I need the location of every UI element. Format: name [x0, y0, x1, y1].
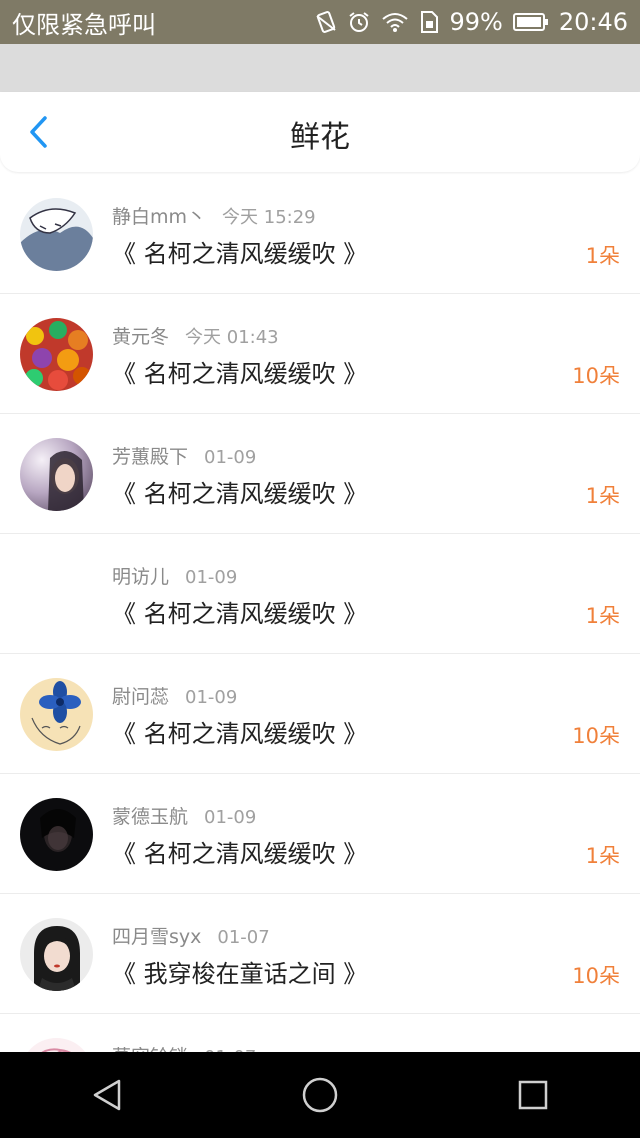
- list-item[interactable]: 黄元冬 今天 01:43 《 名柯之清风缓缓吹 》 10朵: [0, 294, 640, 414]
- timestamp: 今天 01:43: [185, 327, 279, 348]
- top-spacer: [0, 44, 640, 94]
- sender-line: 四月雪syx 01-07: [112, 922, 270, 949]
- avatar[interactable]: [20, 678, 93, 751]
- sender-name: 静白mm丶: [112, 206, 207, 228]
- back-nav-button[interactable]: [77, 1065, 137, 1125]
- sender-name: 蒙德玉航: [112, 806, 189, 828]
- flower-count: 1朵: [585, 484, 620, 508]
- list-item[interactable]: 四月雪syx 01-07 《 我穿梭在童话之间 》 10朵: [0, 894, 640, 1014]
- sender-name: 黄元冬: [112, 326, 170, 348]
- clock-time: 20:46: [558, 8, 628, 36]
- list-item[interactable]: 蒙德玉航 01-09 《 名柯之清风缓缓吹 》 1朵: [0, 774, 640, 894]
- flower-count: 10朵: [572, 964, 620, 988]
- sender-name: 尉问蕊: [112, 686, 170, 708]
- list-item[interactable]: 芳蕙殿下 01-09 《 名柯之清风缓缓吹 》 1朵: [0, 414, 640, 534]
- book-title[interactable]: 《 名柯之清风缓缓吹 》: [112, 594, 367, 629]
- wifi-icon: [381, 11, 409, 33]
- battery-icon: [512, 11, 549, 33]
- flower-count: 1朵: [585, 604, 620, 628]
- recents-nav-button[interactable]: [503, 1065, 563, 1125]
- flower-count: 1朵: [585, 844, 620, 868]
- timestamp: 今天 15:29: [222, 207, 316, 228]
- carrier-label: 仅限紧急呼叫: [12, 10, 156, 39]
- book-title[interactable]: 《 名柯之清风缓缓吹 》: [112, 714, 367, 749]
- avatar[interactable]: [20, 918, 93, 991]
- battery-percent: 99%: [449, 8, 503, 36]
- flower-count: 10朵: [572, 724, 620, 748]
- triangle-back-icon: [93, 1079, 120, 1111]
- sender-name: 四月雪syx: [112, 926, 202, 948]
- system-nav-bar: [0, 1052, 640, 1138]
- flower-list: 静白mm丶 今天 15:29 《 名柯之清风缓缓吹 》 1朵 黄元冬 今天 01:4…: [0, 174, 640, 1054]
- list-item[interactable]: 慕容铃锁01-07: [0, 1014, 640, 1054]
- timestamp: 01-09: [185, 687, 238, 708]
- status-bar: 仅限紧急呼叫 99% 20:46: [0, 0, 640, 44]
- square-recents-icon: [519, 1080, 548, 1110]
- list-item[interactable]: 静白mm丶 今天 15:29 《 名柯之清风缓缓吹 》 1朵: [0, 174, 640, 294]
- sender-line: 芳蕙殿下 01-09: [112, 442, 256, 469]
- avatar[interactable]: [20, 798, 93, 871]
- sender-name: 明访儿: [112, 566, 170, 588]
- list-item[interactable]: 明访儿 01-09 《 名柯之清风缓缓吹 》 1朵: [0, 534, 640, 654]
- book-title[interactable]: 《 名柯之清风缓缓吹 》: [112, 354, 367, 389]
- book-title[interactable]: 《 名柯之清风缓缓吹 》: [112, 834, 367, 869]
- sender-line: 蒙德玉航 01-09: [112, 802, 256, 829]
- timestamp: 01-07: [217, 927, 270, 948]
- sender-line: 尉问蕊 01-09: [112, 682, 237, 709]
- avatar[interactable]: [20, 438, 93, 511]
- alarm-icon: [347, 10, 371, 34]
- flower-count: 10朵: [572, 364, 620, 388]
- page-title: 鲜花: [290, 120, 350, 155]
- sim-icon: [419, 10, 439, 34]
- home-nav-button[interactable]: [290, 1065, 350, 1125]
- avatar[interactable]: [20, 198, 93, 271]
- header: 鲜花: [0, 92, 640, 172]
- avatar[interactable]: [20, 558, 93, 631]
- circle-home-icon: [302, 1077, 338, 1113]
- sender-line: 静白mm丶 今天 15:29: [112, 202, 316, 229]
- status-icons: 99% 20:46: [315, 8, 628, 36]
- sender-line: 黄元冬 今天 01:43: [112, 322, 279, 349]
- avatar[interactable]: [20, 318, 93, 391]
- vibrate-icon: [315, 10, 337, 34]
- timestamp: 01-09: [185, 567, 238, 588]
- sender-name: 芳蕙殿下: [112, 446, 189, 468]
- timestamp: 01-09: [204, 447, 257, 468]
- book-title[interactable]: 《 名柯之清风缓缓吹 》: [112, 234, 367, 269]
- list-item[interactable]: 尉问蕊 01-09 《 名柯之清风缓缓吹 》 10朵: [0, 654, 640, 774]
- book-title[interactable]: 《 我穿梭在童话之间 》: [112, 954, 367, 989]
- timestamp: 01-09: [204, 807, 257, 828]
- flower-count: 1朵: [585, 244, 620, 268]
- sender-line: 明访儿 01-09: [112, 562, 237, 589]
- book-title[interactable]: 《 名柯之清风缓缓吹 》: [112, 474, 367, 509]
